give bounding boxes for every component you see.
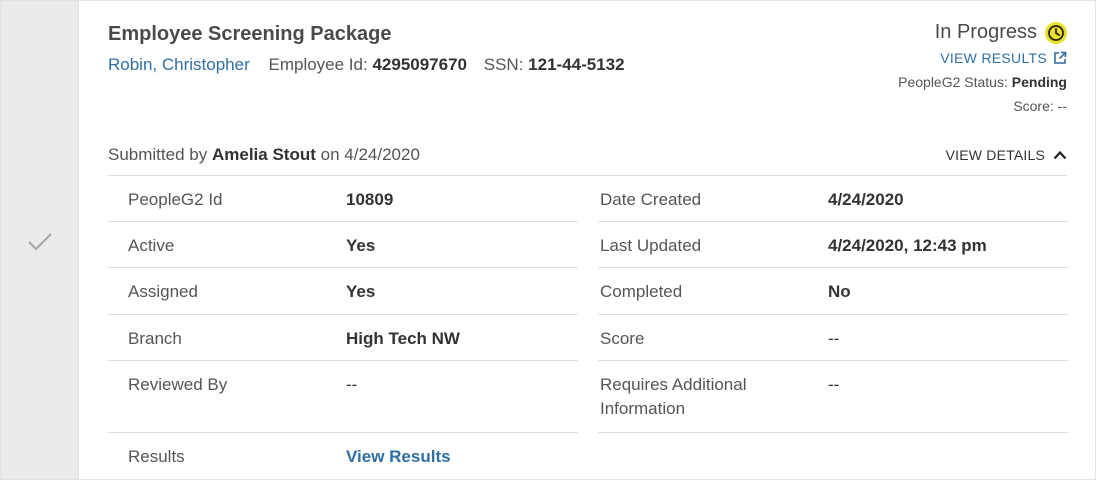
employee-id-label: Employee Id: — [268, 55, 368, 74]
peopleg2-status-label: PeopleG2 Status: — [898, 74, 1008, 90]
status-text: In Progress — [934, 21, 1037, 43]
selection-rail[interactable] — [1, 1, 79, 479]
detail-label: Active — [128, 236, 175, 255]
detail-value: -- — [828, 329, 840, 348]
details-left-column: PeopleG2 Id 10809 Active Yes Assigned Ye… — [108, 176, 578, 479]
detail-row: Last Updated 4/24/2020, 12:43 pm — [598, 222, 1068, 268]
detail-row: PeopleG2 Id 10809 — [108, 176, 578, 222]
employee-id-value: 4295097670 — [372, 55, 467, 74]
score-value: -- — [1057, 98, 1067, 114]
score-label: Score: — [1013, 98, 1054, 114]
chevron-up-icon — [1053, 150, 1067, 160]
detail-value: 4/24/2020, 12:43 pm — [828, 236, 987, 255]
detail-label: Assigned — [128, 282, 198, 301]
external-link-icon — [1054, 51, 1067, 64]
details-right-column: Date Created 4/24/2020 Last Updated 4/24… — [598, 176, 1068, 433]
detail-value: 10809 — [346, 190, 394, 209]
detail-label: Last Updated — [600, 236, 702, 255]
detail-row: Score -- — [598, 315, 1068, 361]
detail-row: Results View Results — [108, 433, 578, 479]
detail-label: Branch — [128, 329, 182, 348]
submitted-by: Submitted by Amelia Stout on 4/24/2020 — [108, 145, 420, 165]
detail-value: Yes — [346, 282, 376, 301]
detail-value: No — [828, 282, 851, 301]
submitter-name: Amelia Stout — [211, 145, 316, 164]
screening-package-card: Employee Screening Package Robin, Christ… — [0, 0, 1096, 480]
view-results-button[interactable]: VIEW RESULTS — [898, 50, 1067, 66]
detail-value: 4/24/2020 — [828, 190, 904, 209]
detail-label: Completed — [600, 282, 683, 301]
view-results-link[interactable]: View Results — [346, 445, 451, 469]
detail-label: Score — [600, 329, 645, 348]
employee-info: Robin, Christopher Employee Id: 42950976… — [108, 55, 625, 75]
clock-icon — [1045, 21, 1067, 44]
detail-row: Completed No — [598, 268, 1068, 315]
detail-value: -- — [346, 375, 358, 394]
detail-row: Requires Additional Information -- — [598, 361, 1068, 433]
score-summary: Score: -- — [898, 98, 1067, 114]
submitted-prefix: Submitted by — [108, 145, 208, 164]
package-title: Employee Screening Package — [108, 23, 392, 45]
checkmark-icon — [28, 233, 52, 251]
employee-name-link[interactable]: Robin, Christopher — [108, 55, 250, 74]
submitted-on: on — [320, 145, 340, 164]
view-details-toggle[interactable]: VIEW DETAILS — [946, 147, 1067, 163]
detail-value: Yes — [346, 236, 376, 255]
detail-value: High Tech NW — [346, 329, 460, 348]
detail-row: Branch High Tech NW — [108, 315, 578, 361]
detail-label: Date Created — [600, 190, 702, 209]
detail-label: Results — [128, 447, 185, 466]
view-results-label: VIEW RESULTS — [940, 50, 1047, 66]
detail-label: Requires Additional Information — [600, 375, 747, 418]
detail-value: -- — [828, 375, 840, 394]
view-details-label: VIEW DETAILS — [945, 147, 1045, 163]
detail-row: Reviewed By -- — [108, 361, 578, 433]
detail-label: Reviewed By — [128, 375, 228, 394]
detail-row: Assigned Yes — [108, 268, 578, 315]
ssn-value: 121-44-5132 — [528, 55, 625, 74]
detail-row: Active Yes — [108, 222, 578, 268]
ssn-label: SSN: — [483, 55, 524, 74]
peopleg2-status: PeopleG2 Status: Pending — [898, 74, 1067, 90]
peopleg2-status-value: Pending — [1011, 74, 1067, 90]
submitted-date: 4/24/2020 — [344, 145, 420, 164]
detail-row: Date Created 4/24/2020 — [598, 176, 1068, 222]
detail-label: PeopleG2 Id — [128, 190, 223, 209]
status-block: In Progress VIEW RESULTS PeopleG2 Status… — [898, 21, 1067, 114]
